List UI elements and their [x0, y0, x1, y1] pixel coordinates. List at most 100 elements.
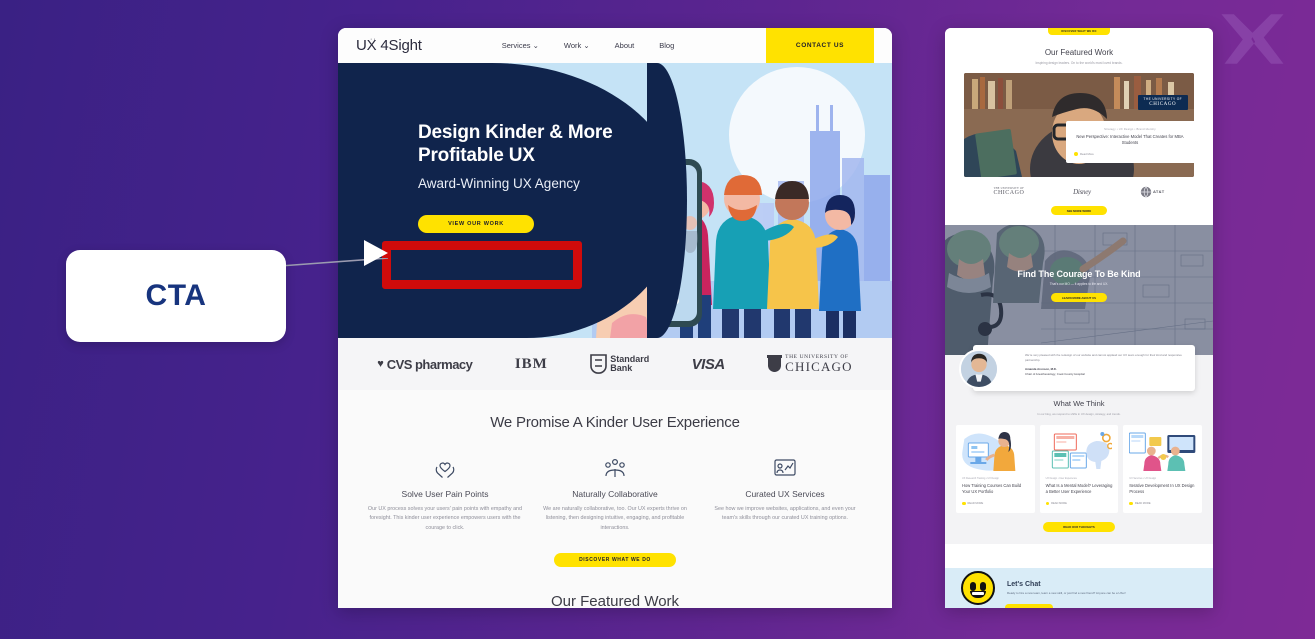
courage-banner-section: Find The Courage To Be Kind That's our M…: [945, 225, 1213, 355]
blog-title: What Is a Mental Model? Leveraging a Bet…: [1045, 483, 1113, 495]
nav-item-blog[interactable]: Blog: [659, 41, 674, 50]
blog-card[interactable]: UX Research Training • UX Design How Tra…: [956, 425, 1035, 514]
side-client-logos: THE UNIVERSITY OF CHICAGO Disney AT&T: [945, 177, 1213, 202]
promise-card: Solve User Pain Points Our UX process so…: [360, 455, 530, 533]
main-website-screenshot: ·· UX 4Sight Services ⌄ Work ⌄ About Blo…: [338, 28, 892, 608]
courage-heading: Find The Courage To Be Kind: [1017, 269, 1141, 279]
blog-illustration: [1045, 431, 1113, 471]
blog-illustration: [962, 431, 1029, 471]
chat-title: Let's Chat: [1007, 581, 1041, 588]
promise-card-title: Curated UX Services: [745, 489, 825, 499]
discover-what-we-do-button[interactable]: DISCOVER WHAT WE DO: [554, 553, 676, 568]
blog-title: Iterative Development In UX Design Proce…: [1129, 483, 1195, 495]
chat-copy: Let's Chat Ready to hire a new team, lea…: [1005, 581, 1126, 608]
read-our-thoughts-button[interactable]: READ OUR THOUGHTS: [1043, 522, 1115, 533]
side-featured-heading: Our Featured Work: [1044, 48, 1114, 57]
cta-callout-label: CTA: [145, 279, 207, 312]
promise-card-body: We are naturally collaborative, too. Our…: [543, 506, 687, 531]
globe-icon: [1140, 186, 1151, 198]
att-logo: AT&T: [1140, 186, 1165, 198]
blog-card[interactable]: UX Design • User Experience What Is a Me…: [1039, 425, 1119, 514]
contact-us-button[interactable]: CONTACT US: [766, 28, 874, 63]
blog-title: How Training Courses Can Build Your UX P…: [962, 483, 1022, 495]
cvs-pharmacy-logo: ♥ CVS pharmacy: [377, 356, 473, 372]
smiley-face-icon: [961, 571, 995, 605]
client-logo-strip: ♥ CVS pharmacy IBM Standard Bank VISA THE U…: [338, 338, 892, 390]
blog-category: UX Design • User Experience: [1045, 477, 1077, 480]
promise-heading: We Promise A Kinder User Experience: [490, 414, 740, 431]
blog-read-more[interactable]: READ MORE: [962, 501, 1029, 506]
visa-logo: VISA: [691, 355, 726, 373]
bullet-dot-icon: [962, 501, 966, 506]
view-our-work-button[interactable]: VIEW OUR WORK: [418, 215, 534, 234]
standard-bank-logo: Standard Bank: [590, 354, 649, 374]
bullet-dot-icon: [1045, 501, 1050, 506]
promise-card-body: Our UX process solves your users' pain p…: [367, 506, 523, 531]
hero-subheading: Award-Winning UX Agency: [418, 176, 580, 192]
callout-arrow-icon: [364, 240, 388, 266]
testimonial-author: Amanda Aronson, M.D. Chair of Anesthesio…: [1025, 367, 1185, 376]
promise-cards: Solve User Pain Points Our UX process so…: [338, 455, 892, 533]
blog-category: UX Services • UX Design: [1129, 477, 1157, 480]
disney-logo: Disney: [1073, 188, 1091, 196]
testimonial-author-role: Chair of Anesthesiology, Cook County Hos…: [1025, 371, 1085, 376]
site-logo[interactable]: ·· UX 4Sight: [356, 36, 422, 54]
heart-in-hands-icon: [360, 455, 530, 481]
chat-body: Ready to hire a new team, learn a new sk…: [1007, 591, 1126, 595]
featured-work-info-panel: Strategy • UX Design • Brand Identity Ne…: [1066, 121, 1194, 163]
bullet-dot-icon: [1129, 501, 1133, 506]
promise-card: Naturally Collaborative We are naturally…: [530, 455, 700, 533]
nav-item-work[interactable]: Work ⌄: [564, 41, 590, 50]
hero-heading: Design Kinder & More Profitable UX: [418, 122, 613, 167]
think-subheading: In our blog, we respond to shifts in UX …: [1037, 412, 1121, 416]
navbar-links: Services ⌄ Work ⌄ About Blog: [502, 41, 675, 50]
cta-callout-box: CTA: [66, 250, 286, 342]
site-navbar: ·· UX 4Sight Services ⌄ Work ⌄ About Blo…: [338, 28, 892, 63]
ibm-logo: IBM: [514, 355, 548, 372]
cta-highlight-box: [382, 241, 582, 289]
side-featured-subheading: Inspiring design leaders. On to the worl…: [1035, 61, 1123, 65]
courage-subheading: That's our MO — it applies to life and U…: [1049, 282, 1109, 286]
hero-copy: Design Kinder & More Profitable UX Award…: [418, 121, 658, 234]
shield-icon: [590, 354, 608, 374]
promise-card-title: Naturally Collaborative: [572, 489, 658, 499]
testimonial-quote: We're very pleased with the redesign of …: [1025, 353, 1182, 363]
promise-section: We Promise A Kinder User Experience Solv…: [338, 390, 892, 608]
featured-work-category: Strategy • UX Design • Brand Identity: [1104, 128, 1156, 131]
logo-accent-dots: ··: [370, 36, 377, 43]
chat-widget[interactable]: Let's Chat Ready to hire a new team, lea…: [945, 568, 1213, 608]
nav-item-about[interactable]: About: [615, 41, 635, 50]
chart-presentation-icon: [700, 455, 870, 481]
side-featured-section: Our Featured Work Inspiring design leade…: [945, 28, 1213, 215]
avatar: [959, 349, 999, 389]
bullet-dot-icon: [1074, 151, 1078, 156]
side-top-pill-button[interactable]: DISCOVER WHAT WE DO: [1048, 28, 1110, 35]
university-of-chicago-logo: THE UNIVERSITY OF CHICAGO: [767, 354, 853, 373]
featured-work-title: New Perspective: Interactive Model That …: [1076, 134, 1184, 146]
x-logo-watermark: [1215, 8, 1293, 70]
promise-card-title: Solve User Pain Points: [401, 489, 489, 499]
learn-more-about-us-button[interactable]: LEARN MORE ABOUT US: [1051, 293, 1107, 302]
testimonial-card: We're very pleased with the redesign of …: [959, 345, 1195, 391]
hero-section: Design Kinder & More Profitable UX Award…: [338, 63, 892, 338]
featured-work-heading: Our Featured Work: [550, 593, 680, 608]
blog-illustration: [1129, 431, 1197, 471]
chat-action-button[interactable]: [1005, 604, 1053, 608]
blog-read-more[interactable]: READ MORE: [1129, 501, 1196, 506]
courage-copy: Find The Courage To Be Kind That's our M…: [945, 269, 1213, 302]
side-website-screenshot: DISCOVER WHAT WE DO Our Featured Work In…: [945, 28, 1213, 608]
nav-item-services[interactable]: Services ⌄: [502, 41, 539, 50]
collaboration-people-icon: [530, 455, 700, 481]
promise-card: Curated UX Services See how we improve w…: [700, 455, 870, 533]
see-more-work-button[interactable]: SEE MORE WORK: [1051, 206, 1107, 215]
uchicago-crest-icon: [767, 355, 783, 373]
blog-read-more[interactable]: READ MORE: [1045, 501, 1113, 506]
blog-card-list: UX Research Training • UX Design How Tra…: [945, 425, 1213, 514]
featured-work-read-more[interactable]: Read More: [1074, 151, 1186, 156]
blog-card[interactable]: UX Services • UX Design Iterative Develo…: [1123, 425, 1203, 514]
think-heading: What We Think: [1053, 399, 1105, 408]
blog-category: UX Research Training • UX Design: [962, 477, 999, 480]
promise-card-body: See how we improve websites, application…: [714, 506, 856, 522]
site-logo-text: UX 4Sight: [356, 37, 422, 54]
featured-work-card[interactable]: THE UNIVERSITY OF CHICAGO Strategy • UX …: [964, 73, 1194, 177]
